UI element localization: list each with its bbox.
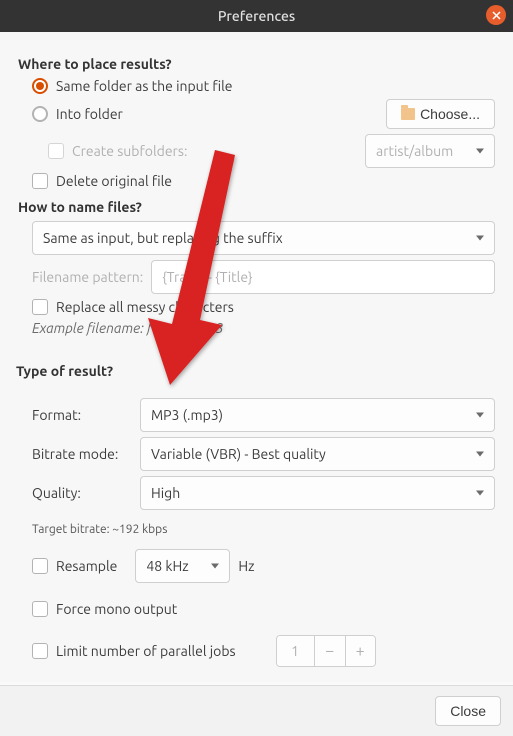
section-where-heading: Where to place results? (18, 56, 495, 72)
quality-row: Quality: High (18, 476, 495, 510)
create-subfolders-row: Create subfolders: artist/album (18, 134, 495, 168)
quality-label: Quality: (32, 485, 140, 501)
jobs-value[interactable]: 1 (277, 636, 315, 666)
content: Where to place results? Same folder as t… (0, 32, 513, 682)
folder-icon (401, 108, 415, 120)
radio-into-folder[interactable] (32, 106, 48, 122)
example-value: foo/bar.mp3 (147, 320, 223, 336)
radio-into-folder-label: Into folder (56, 106, 123, 122)
window-title: Preferences (218, 8, 295, 24)
target-bitrate-text: Target bitrate: ~192 kbps (18, 523, 495, 536)
replace-messy-label: Replace all messy characters (56, 299, 234, 315)
close-icon[interactable] (486, 5, 506, 25)
chevron-down-icon (476, 236, 484, 241)
naming-mode-select[interactable]: Same as input, but replacing the suffix (32, 221, 495, 255)
example-filename-row: Example filename: foo/bar.mp3 (18, 320, 495, 336)
choose-label: Choose... (420, 106, 480, 122)
format-row: Format: MP3 (.mp3) (18, 398, 495, 432)
checkbox-resample[interactable] (32, 558, 48, 574)
subfolder-pattern-value: artist/album (376, 143, 453, 159)
checkbox-force-mono[interactable] (32, 601, 48, 617)
choose-folder-button[interactable]: Choose... (386, 99, 495, 129)
delete-original-row[interactable]: Delete original file (18, 173, 495, 189)
resample-unit: Hz (238, 558, 254, 574)
filename-pattern-row: Filename pattern: {Track} - {Title} (18, 260, 495, 294)
section-naming-heading: How to name files? (18, 199, 495, 215)
checkbox-create-subfolders[interactable] (48, 143, 64, 159)
create-subfolders-label: Create subfolders: (72, 143, 187, 159)
force-mono-row[interactable]: Force mono output (18, 601, 495, 617)
resample-value: 48 kHz (146, 558, 188, 574)
chevron-down-icon (476, 452, 484, 457)
chevron-down-icon (476, 413, 484, 418)
limit-jobs-row: Limit number of parallel jobs 1 − + (18, 635, 495, 667)
quality-value: High (151, 485, 180, 501)
section-result-heading: Type of result? (16, 363, 495, 379)
jobs-minus-button[interactable]: − (315, 636, 345, 666)
example-label: Example filename: (32, 320, 144, 336)
filename-pattern-input[interactable]: {Track} - {Title} (151, 260, 495, 294)
radio-same-folder-row[interactable]: Same folder as the input file (18, 78, 495, 94)
naming-mode-row: Same as input, but replacing the suffix (18, 221, 495, 255)
jobs-stepper: 1 − + (276, 635, 376, 667)
delete-original-label: Delete original file (56, 173, 172, 189)
titlebar: Preferences (0, 0, 513, 32)
subfolder-pattern-select[interactable]: artist/album (365, 134, 495, 168)
close-label: Close (450, 703, 486, 719)
resample-row: Resample 48 kHz Hz (18, 549, 495, 583)
dialog-footer: Close (0, 685, 513, 736)
quality-select[interactable]: High (140, 476, 495, 510)
chevron-down-icon (476, 491, 484, 496)
format-select[interactable]: MP3 (.mp3) (140, 398, 495, 432)
bitrate-select[interactable]: Variable (VBR) - Best quality (140, 437, 495, 471)
checkbox-limit-jobs[interactable] (32, 643, 48, 659)
radio-same-folder-label: Same folder as the input file (56, 78, 233, 94)
pattern-label: Filename pattern: (32, 269, 143, 285)
resample-select[interactable]: 48 kHz (135, 549, 230, 583)
jobs-plus-button[interactable]: + (345, 636, 375, 666)
checkbox-replace-messy[interactable] (32, 299, 48, 315)
close-button[interactable]: Close (435, 696, 501, 726)
radio-into-folder-row[interactable]: Into folder Choose... (18, 99, 495, 129)
format-value: MP3 (.mp3) (151, 407, 223, 423)
bitrate-value: Variable (VBR) - Best quality (151, 446, 326, 462)
naming-mode-value: Same as input, but replacing the suffix (43, 230, 283, 246)
format-label: Format: (32, 407, 140, 423)
bitrate-label: Bitrate mode: (32, 446, 140, 462)
checkbox-delete-original[interactable] (32, 173, 48, 189)
replace-messy-row[interactable]: Replace all messy characters (18, 299, 495, 315)
chevron-down-icon (211, 564, 219, 569)
bitrate-row: Bitrate mode: Variable (VBR) - Best qual… (18, 437, 495, 471)
resample-label: Resample (56, 558, 117, 574)
radio-same-folder[interactable] (32, 78, 48, 94)
chevron-down-icon (476, 149, 484, 154)
pattern-value: {Track} - {Title} (162, 269, 252, 285)
force-mono-label: Force mono output (56, 601, 177, 617)
limit-jobs-label: Limit number of parallel jobs (56, 643, 236, 659)
